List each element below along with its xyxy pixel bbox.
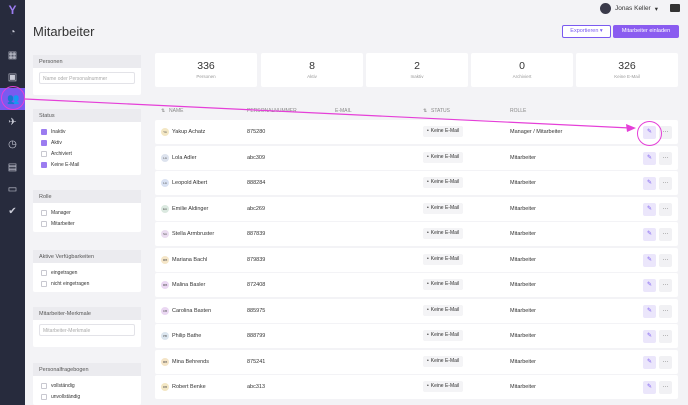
- annotation-arrow: [24, 98, 636, 132]
